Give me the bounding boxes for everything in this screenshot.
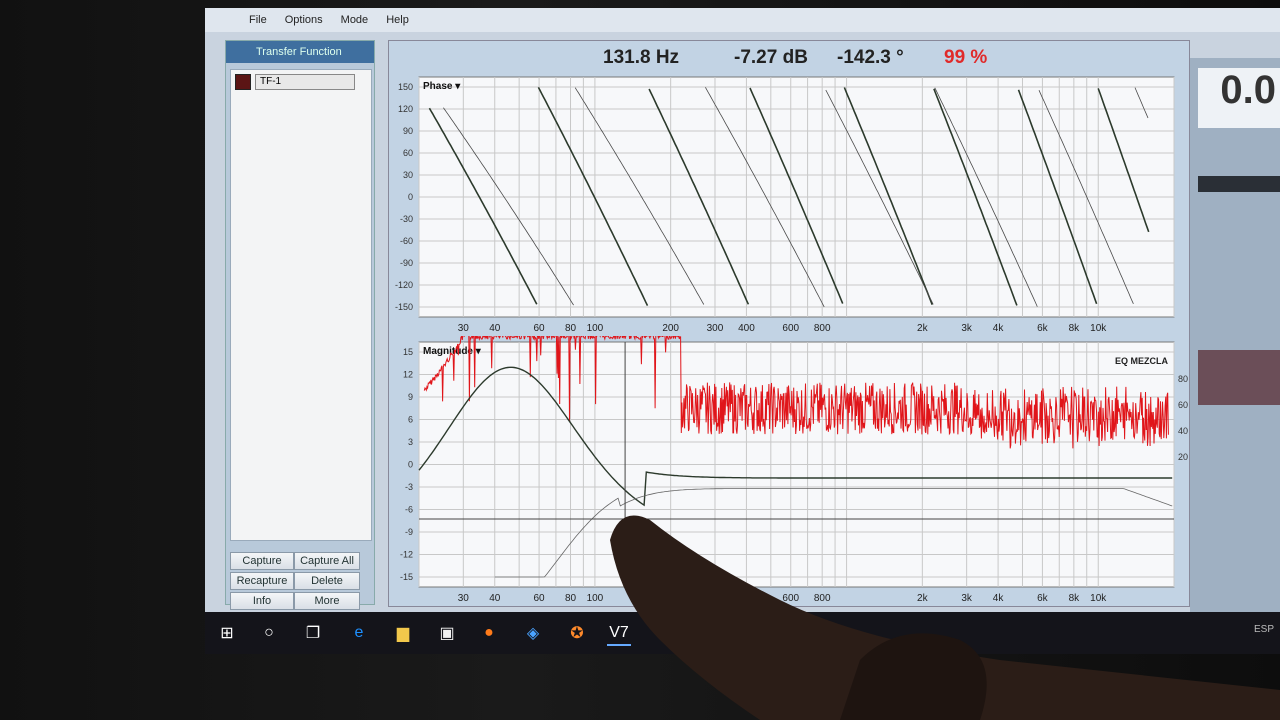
pointing-finger	[610, 515, 1280, 720]
